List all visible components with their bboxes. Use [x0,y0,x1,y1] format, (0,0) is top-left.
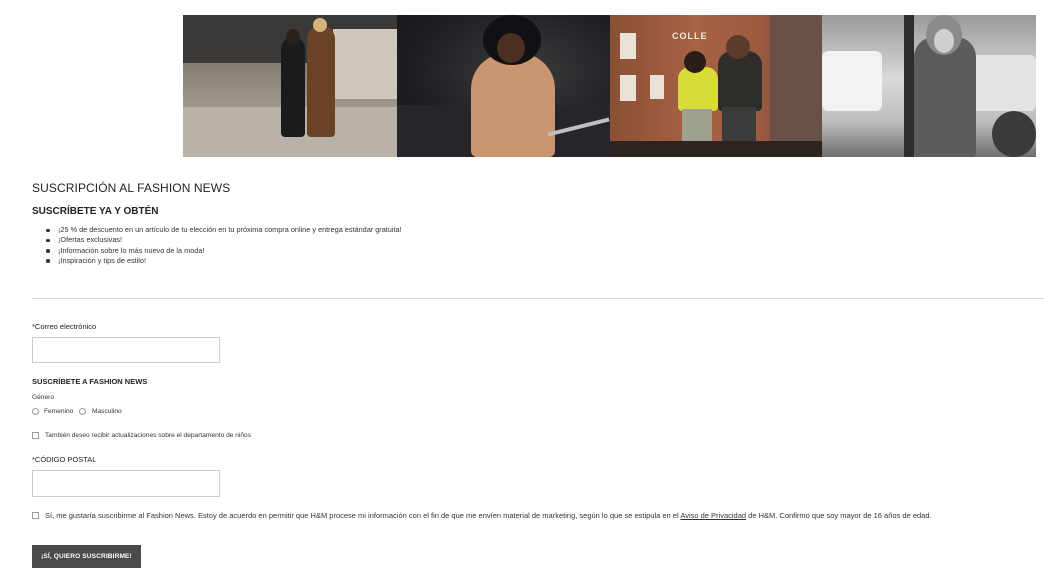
gender-option-female-label[interactable]: Femenino [44,408,73,415]
consent-text-after: de H&M. Confirmo que soy mayor de 16 año… [746,511,932,520]
benefit-item: ¡Ofertas exclusivas! [46,235,402,245]
gender-radio-female[interactable] [32,408,39,415]
gender-option-male-label[interactable]: Masculino [92,408,122,415]
gender-label: Género [32,394,54,401]
hero-image-coat [397,15,610,157]
subscribe-submit-button[interactable]: ¡SÍ, QUIERO SUSCRIBIRME! [32,545,141,568]
postal-code-input[interactable] [32,470,220,497]
hero-image-bw [822,15,1036,157]
consent-text: Sí, me gustaría suscribirme al Fashion N… [45,511,932,520]
hero-image-building: COLLE [610,15,822,157]
subscribe-heading: SUSCRÍBETE A FASHION NEWS [32,377,148,386]
gender-radio-male[interactable] [79,408,86,415]
email-label: *Correo electrónico [32,322,97,331]
benefit-item: ¡25 % de descuento en un artículo de tu … [46,225,402,235]
page-title: SUSCRIPCIÓN AL FASHION NEWS [32,181,231,195]
privacy-notice-link[interactable]: Aviso de Privacidad [680,511,746,520]
postal-code-label: *CÓDIGO POSTAL [32,455,97,464]
benefits-list: ¡25 % de descuento en un artículo de tu … [46,225,402,266]
hero-banner: COLLE [183,15,1036,157]
hero-image-street [183,15,397,157]
hero-building-sign: COLLE [672,31,708,41]
benefit-item: ¡Información sobre lo más nuevo de la mo… [46,246,402,256]
benefits-heading: SUSCRÍBETE YA Y OBTÉN [32,206,159,217]
consent-checkbox[interactable] [32,512,39,519]
kids-updates-checkbox[interactable] [32,432,39,439]
kids-updates-label[interactable]: También deseo recibir actualizaciones so… [45,432,251,439]
section-divider [32,298,1044,299]
consent-text-before: Sí, me gustaría suscribirme al Fashion N… [45,511,681,520]
benefit-item: ¡Inspiración y tips de estilo! [46,256,402,266]
newsletter-page: COLLE SUSCRIPCIÓN AL FASHION NEWS SUSCRÍ… [0,0,1044,587]
email-input[interactable] [32,337,220,363]
